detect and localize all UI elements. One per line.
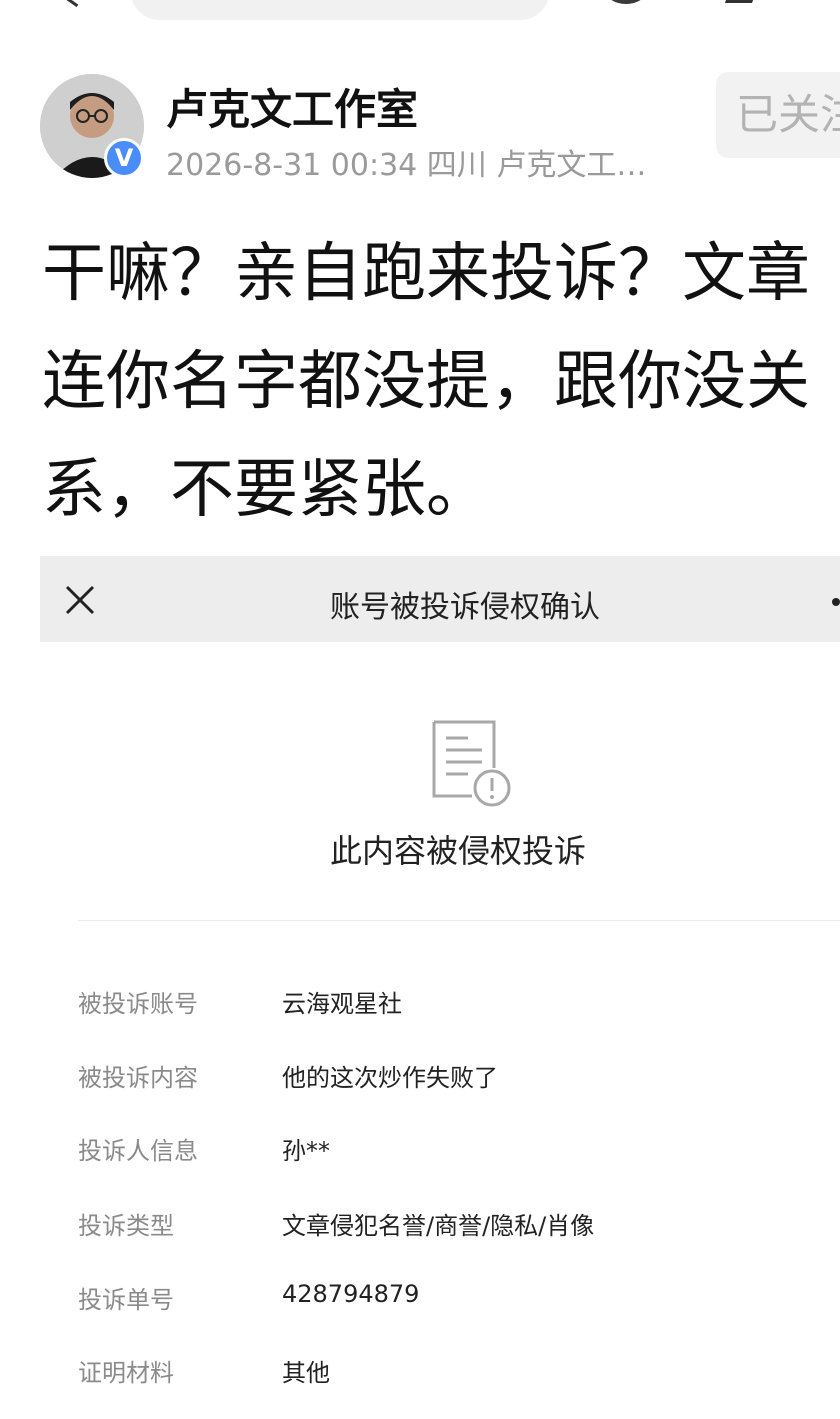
- post-line: 系，不要紧张。: [42, 453, 490, 527]
- complaint-heading: 此内容被侵权投诉: [330, 832, 587, 870]
- info-value: 文章侵犯名誉/商誉/隐私/肖像: [282, 1212, 595, 1240]
- back-icon[interactable]: [66, 0, 86, 8]
- more-icon[interactable]: [832, 598, 840, 606]
- info-row: 证明材料 其他: [0, 1353, 840, 1393]
- top-action-icon[interactable]: [724, 0, 759, 3]
- search-bar[interactable]: [130, 0, 550, 20]
- info-value: 428794879: [282, 1280, 420, 1308]
- author-name[interactable]: 卢克文工作室: [166, 76, 418, 137]
- document-warning-icon: [432, 720, 511, 807]
- divider: [78, 920, 840, 921]
- info-row: 被投诉账号 云海观星社: [0, 984, 840, 1024]
- info-value: 孙**: [282, 1137, 330, 1165]
- post-body: 干嘛？亲自跑来投诉？文章 连你名字都没提，跟你没关 系，不要紧张。: [42, 220, 840, 544]
- info-row: 被投诉内容 他的这次炒作失败了: [0, 1058, 840, 1098]
- info-label: 投诉类型: [78, 1212, 174, 1240]
- info-label: 投诉人信息: [78, 1137, 198, 1165]
- info-value: 其他: [282, 1359, 330, 1387]
- info-label: 被投诉账号: [78, 990, 198, 1018]
- top-avatar[interactable]: [606, 0, 646, 4]
- complaint-bar-title: 账号被投诉侵权确认: [330, 590, 600, 625]
- info-label: 投诉单号: [78, 1286, 174, 1314]
- info-value: 他的这次炒作失败了: [282, 1064, 498, 1092]
- info-row: 投诉单号 428794879: [0, 1280, 840, 1320]
- post-line: 连你名字都没提，跟你没关: [42, 345, 810, 419]
- info-label: 证明材料: [78, 1359, 174, 1387]
- info-label: 被投诉内容: [78, 1064, 198, 1092]
- post-line: 干嘛？亲自跑来投诉？文章: [42, 237, 810, 311]
- verified-badge: V: [104, 138, 144, 178]
- post-meta: 2026-8-31 00:34 四川 卢克文工…: [166, 148, 647, 183]
- close-icon[interactable]: [64, 584, 96, 616]
- info-value: 云海观星社: [282, 990, 402, 1018]
- follow-button[interactable]: 已关注: [716, 72, 840, 158]
- info-row: 投诉类型 文章侵犯名誉/商誉/隐私/肖像: [0, 1206, 840, 1246]
- info-row: 投诉人信息 孙**: [0, 1131, 840, 1171]
